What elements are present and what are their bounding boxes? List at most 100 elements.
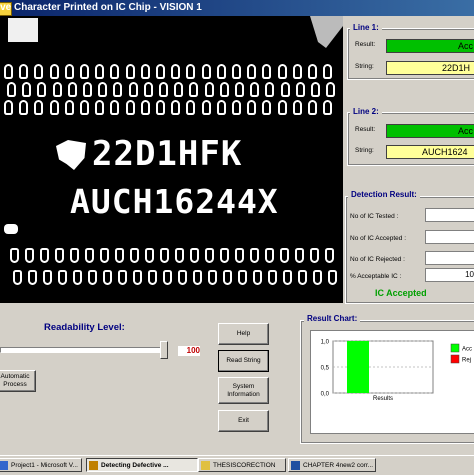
line2-string-label: String: — [355, 147, 374, 154]
tested-field — [425, 208, 474, 222]
ic-status-text: IC Accepted — [375, 288, 427, 298]
chip-pin — [103, 270, 112, 285]
chip-pin — [140, 100, 150, 115]
taskbar-item-label: CHAPTER 4new2 corr... — [303, 462, 374, 469]
chip-line2-text: AUCH16244X — [70, 182, 279, 221]
readability-slider-track[interactable] — [0, 347, 168, 353]
taskbar: Project1 - Microsoft V... Detecting Defec… — [0, 455, 474, 475]
chip-pin — [186, 64, 196, 79]
chip-pin — [133, 270, 142, 285]
exit-button[interactable]: Exit — [218, 410, 269, 432]
taskbar-item[interactable]: THESISCORECTION — [198, 458, 286, 472]
readability-slider-thumb[interactable] — [160, 341, 168, 359]
line1-result-label: Result: — [355, 41, 376, 48]
chip-pin — [70, 248, 79, 263]
rejected-field — [425, 251, 474, 265]
chip-pin — [110, 100, 120, 115]
chip-pin — [80, 100, 89, 115]
chip-image-view: 22D1HFK AUCH16244X — [0, 16, 343, 303]
chip-pin — [238, 270, 247, 285]
chip-pin — [265, 82, 275, 97]
chip-pin — [163, 270, 172, 285]
line1-group-title: Line 1: — [350, 23, 382, 32]
taskbar-item[interactable]: CHAPTER 4new2 corr... — [288, 458, 376, 472]
window-title: tive Character Printed on IC Chip - VISI… — [0, 2, 202, 13]
chip-pin — [25, 248, 34, 263]
chip-pin — [308, 64, 317, 79]
line1-result-field: Acc — [386, 39, 474, 53]
chip-pin — [37, 82, 47, 97]
folder-icon — [201, 461, 210, 470]
chip-pin — [7, 82, 16, 97]
chart-ytick-label: 0,5 — [321, 366, 330, 372]
chip-pin — [295, 82, 305, 97]
chip-pin — [280, 248, 289, 263]
line2-string-field: AUCH1624 — [386, 145, 474, 159]
chip-pin — [171, 64, 181, 79]
accepted-field — [425, 230, 474, 244]
chip-pin — [156, 100, 165, 115]
chip-pin — [265, 248, 274, 263]
chip-pin — [80, 64, 89, 79]
chip-pin — [28, 270, 37, 285]
chip-pin — [174, 82, 184, 97]
chip-pin — [83, 82, 92, 97]
chip-pin — [130, 248, 139, 263]
window-title-bar[interactable]: tive Character Printed on IC Chip - VISI… — [0, 0, 474, 16]
chip-pin — [220, 248, 229, 263]
chip-pin — [43, 270, 52, 285]
chip-pin — [49, 64, 59, 79]
taskbar-item[interactable]: Project1 - Microsoft V... — [0, 458, 82, 472]
chip-pin — [64, 64, 74, 79]
chip-pin — [128, 82, 138, 97]
tested-label: No of IC Tested : — [350, 213, 399, 220]
chip-pin — [208, 270, 217, 285]
line2-group-title: Line 2: — [350, 107, 382, 116]
help-button[interactable]: Help — [218, 323, 269, 345]
automatic-process-button[interactable]: Automatic Process — [0, 370, 36, 392]
chip-pin — [125, 100, 135, 115]
chip-pin — [216, 64, 226, 79]
percent-label: % Acceptable IC : — [350, 273, 402, 280]
chip-pin — [52, 82, 62, 97]
chip-pin — [19, 64, 29, 79]
legend-swatch-rej — [450, 354, 460, 364]
line2-result-field: Acc — [386, 124, 474, 138]
result-chart: 1,0 0,5 0,0 Results Acc Rej — [321, 340, 472, 403]
chip-pin — [34, 100, 44, 115]
chip-pin — [262, 100, 272, 115]
chip-pin — [308, 100, 317, 115]
chip-pin — [143, 82, 153, 97]
chip-pin — [262, 64, 272, 79]
chip-pin — [223, 270, 232, 285]
chip-pin — [110, 64, 120, 79]
chip-pin — [34, 64, 44, 79]
detection-group-title: Detection Result: — [348, 190, 420, 199]
chip-pin — [247, 100, 257, 115]
system-information-button[interactable]: System Information — [218, 377, 269, 404]
read-string-button[interactable]: Read String — [218, 350, 269, 372]
chip-pin — [148, 270, 157, 285]
word-icon — [291, 461, 300, 470]
chip-pin — [118, 270, 127, 285]
chip-pin — [268, 270, 277, 285]
chip-pin — [19, 100, 29, 115]
chip-pin — [159, 82, 168, 97]
taskbar-item[interactable]: Detecting Defective ... — [86, 458, 198, 472]
line1-string-label: String: — [355, 63, 374, 70]
chip-pin — [49, 100, 59, 115]
chip-pin — [292, 64, 302, 79]
accepted-label: No of IC Accepted : — [350, 235, 407, 242]
legend-label-rej: Rej — [462, 358, 471, 364]
chip-pin — [73, 270, 82, 285]
chip-pin — [235, 248, 244, 263]
chip-pin — [328, 270, 337, 285]
legend-swatch-acc — [450, 343, 460, 353]
chip-pin — [313, 270, 322, 285]
chip-pin — [156, 64, 165, 79]
readability-value: 100 — [178, 346, 200, 356]
chip-pin — [175, 248, 184, 263]
chip-pin — [311, 82, 320, 97]
chip-pin — [85, 248, 94, 263]
chip-pin — [277, 64, 287, 79]
